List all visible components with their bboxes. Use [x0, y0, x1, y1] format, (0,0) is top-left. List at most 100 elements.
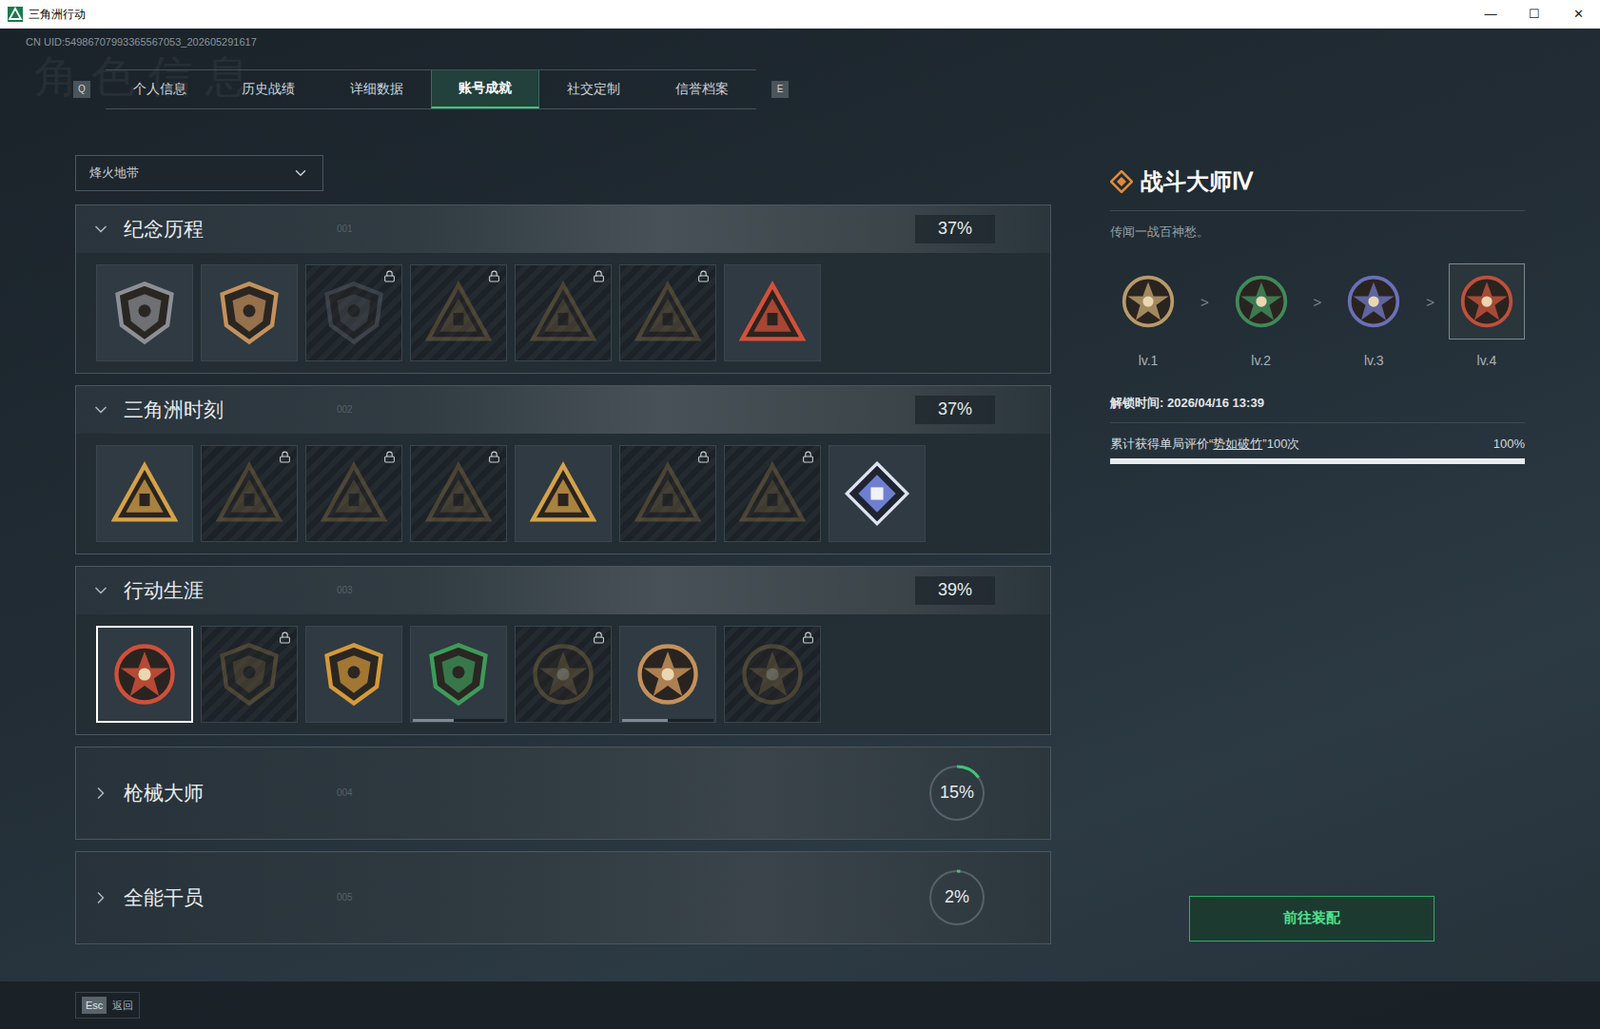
achievement-tile[interactable] [409, 264, 508, 362]
section: 纪念历程00137% [75, 204, 1052, 374]
achievement-list: 烽火地带纪念历程00137%三角洲时刻00237%行动生涯00339%枪械大师0… [75, 155, 1052, 949]
uid-label: CN UID:54986707993365567053_202605291617 [0, 28, 1600, 51]
achievement-tile[interactable] [723, 625, 821, 723]
tile-progress [412, 719, 505, 722]
lock-icon [697, 450, 710, 464]
detail-panel: 战斗大师Ⅳ传闻一战百神愁。lv.1>lv.2>lv.3>lv.4解锁时间: 20… [1110, 155, 1525, 949]
tab[interactable]: 历史战绩 [214, 70, 323, 109]
chevron-right-icon [91, 888, 111, 908]
back-button[interactable]: Esc 返回 [75, 992, 140, 1020]
achievement-tile[interactable] [514, 264, 612, 362]
tab-bar: Q 个人信息历史战绩详细数据账号成就社交定制信誉档案 E [73, 69, 1600, 110]
section-body [76, 433, 1051, 554]
achievement-tile[interactable] [305, 625, 403, 723]
task-link[interactable]: 势如破竹 [1212, 436, 1263, 451]
key-hint: E [771, 80, 789, 98]
section-title: 行动生涯 [123, 575, 295, 606]
title-bar: 三角洲行动 —☐✕ [0, 0, 1600, 29]
detail-title: 战斗大师Ⅳ [1140, 164, 1253, 199]
round-badge-icon [529, 641, 597, 708]
window-control[interactable]: ☐ [1512, 4, 1557, 24]
mode-select[interactable]: 烽火地带 [75, 155, 324, 192]
achievement-tile[interactable] [409, 445, 508, 543]
lock-icon [801, 631, 815, 644]
achievement-tile[interactable] [828, 445, 926, 543]
section-percent: 37% [915, 214, 996, 244]
achievement-tile[interactable] [200, 625, 298, 723]
triangle-badge-icon [320, 460, 388, 527]
app: 三角洲行动 —☐✕ 角色信息CN UID:54986707993365567053_… [0, 0, 1600, 1029]
section-header[interactable]: 行动生涯00339% [76, 566, 1051, 615]
section-collapsed[interactable]: 全能干员0052% [75, 851, 1052, 945]
level-item[interactable]: lv.4 [1448, 263, 1525, 371]
round-badge-icon [739, 641, 806, 708]
triangle-badge-icon [425, 279, 492, 347]
achievement-tile[interactable] [305, 445, 403, 543]
level-item[interactable]: lv.1 [1110, 263, 1187, 371]
level-item[interactable]: lv.3 [1335, 263, 1412, 371]
lock-icon [592, 631, 605, 644]
shield-badge-icon [425, 641, 492, 708]
task-percent: 100% [1493, 434, 1525, 454]
triangle-badge-icon [111, 460, 178, 527]
unlock-time: 解锁时间: 2026/04/16 13:39 [1110, 393, 1525, 413]
achievement-tile[interactable] [96, 625, 194, 723]
round-badge-icon [1232, 273, 1290, 331]
achievement-tile[interactable] [619, 445, 717, 543]
achievement-tile[interactable] [409, 625, 508, 723]
window-control[interactable]: ✕ [1556, 4, 1600, 24]
equip-button[interactable]: 前往装配 [1189, 896, 1435, 942]
achievement-tile[interactable] [200, 445, 298, 543]
tab[interactable]: 社交定制 [539, 70, 648, 109]
round-badge-icon [1458, 273, 1516, 331]
tab[interactable]: 个人信息 [105, 70, 215, 109]
watermark: 角色信息 [34, 43, 263, 110]
shield-badge-icon [320, 279, 388, 347]
achievement-tile[interactable] [619, 625, 717, 723]
section-header[interactable]: 纪念历程00137% [76, 205, 1051, 254]
achievement-tile[interactable] [723, 445, 821, 543]
task-text: 累计获得单局评价“势如破竹”100次 [1110, 434, 1300, 454]
tile-progress-fill [622, 719, 668, 722]
achievement-tile[interactable] [200, 264, 298, 362]
round-badge-icon [1345, 273, 1403, 331]
window-control[interactable]: — [1468, 4, 1513, 24]
lock-icon [278, 631, 292, 644]
achievement-tile[interactable] [619, 264, 717, 362]
section-title: 三角洲时刻 [123, 394, 295, 426]
round-badge-icon [1119, 273, 1177, 331]
section-code: 005 [336, 890, 353, 905]
chevron-right-icon [91, 783, 111, 803]
lock-icon [592, 270, 605, 283]
section-code: 004 [336, 785, 353, 800]
achievement-tile[interactable] [305, 264, 403, 362]
achievement-tile[interactable] [514, 625, 612, 723]
tab[interactable]: 详细数据 [322, 70, 431, 109]
window-title: 三角洲行动 [28, 5, 86, 23]
section-code: 002 [336, 402, 353, 417]
key-hint: Q [73, 80, 91, 98]
section-title: 全能干员 [123, 882, 295, 914]
ring-percent: 15% [939, 780, 975, 806]
achievement-tile[interactable] [514, 445, 612, 543]
round-badge-icon [634, 641, 702, 708]
achievement-tile[interactable] [96, 445, 194, 543]
key-hint: Esc [81, 996, 107, 1015]
triangle-badge-icon [215, 460, 283, 527]
dropdown-arrow-icon [292, 164, 310, 182]
tile-progress [622, 719, 714, 722]
section-header[interactable]: 三角洲时刻 002 37% [76, 386, 1051, 434]
tab[interactable]: 账号成就 [430, 70, 540, 109]
round-badge-icon [111, 641, 178, 708]
progress-ring: 15% [926, 762, 988, 824]
achievement-tile[interactable] [723, 264, 821, 362]
achievement-tile[interactable] [96, 264, 194, 362]
section-percent: 37% [915, 395, 996, 425]
section-collapsed[interactable]: 枪械大师00415% [75, 746, 1052, 840]
lock-icon [487, 450, 501, 464]
tab[interactable]: 信誉档案 [647, 70, 757, 109]
level-item[interactable]: lv.2 [1223, 263, 1300, 371]
level-separator: > [1313, 292, 1323, 314]
back-label: 返回 [112, 997, 134, 1015]
lock-icon [697, 270, 710, 283]
